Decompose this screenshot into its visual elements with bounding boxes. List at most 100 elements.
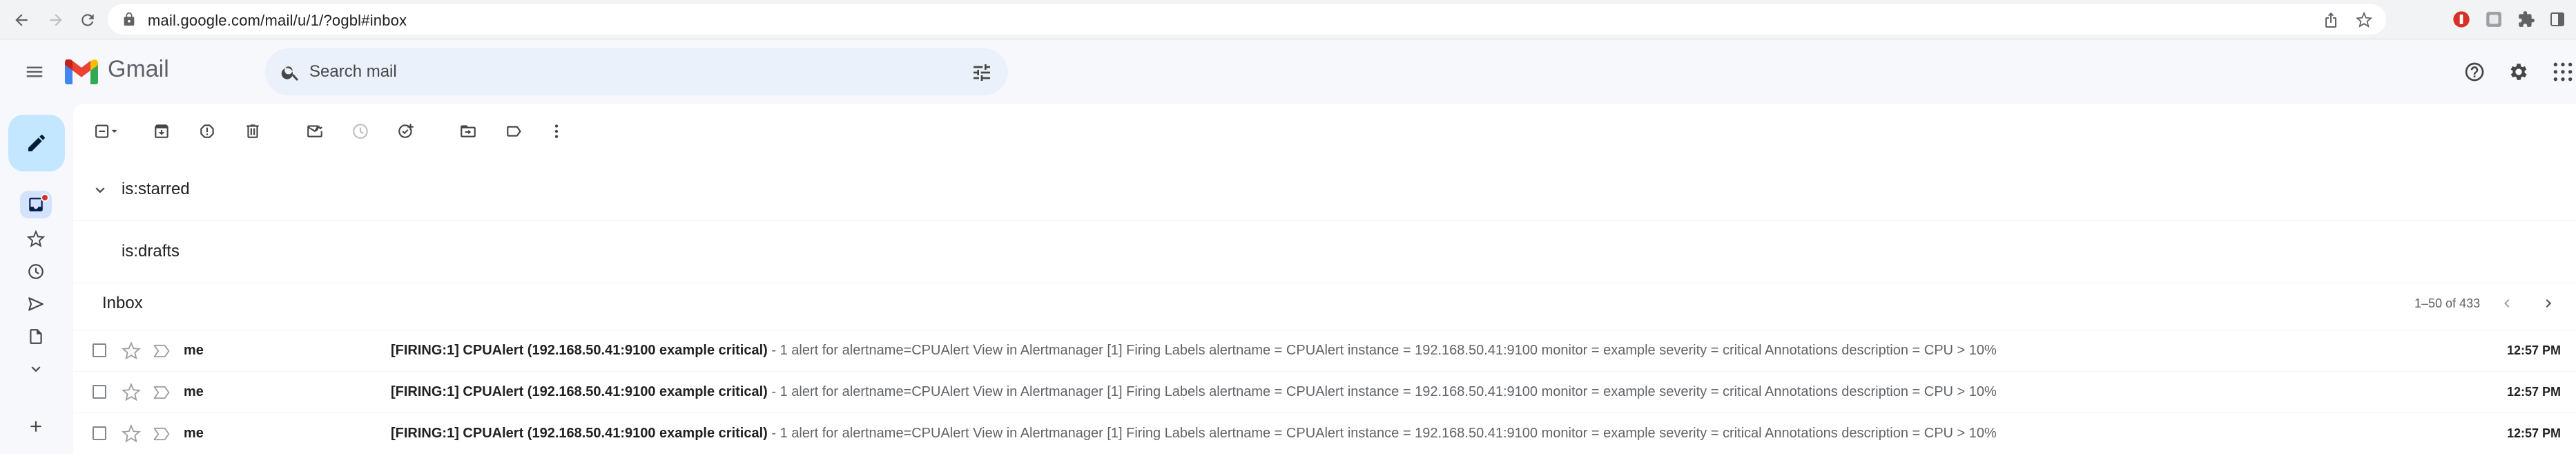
archive-button[interactable] [148,117,175,145]
settings-button[interactable] [2504,57,2534,87]
arrow-right-icon [50,14,62,26]
email-sender: me [184,426,204,441]
main-panel: is:starred is:drafts Inbox 1–50 of 433 m… [73,104,2576,454]
main-menu-button[interactable] [19,57,50,87]
reload-button[interactable] [75,7,101,33]
gear-icon [2510,64,2527,80]
draft-file-icon [30,329,42,344]
row-checkbox[interactable] [93,385,106,399]
rail-item-inbox[interactable] [20,191,52,218]
help-icon [2465,62,2484,82]
star-icon[interactable] [122,424,141,444]
email-row[interactable]: me [FIRING:1] CPUAlert (192.168.50.41:91… [73,371,2576,413]
email-subject: [FIRING:1] CPUAlert (192.168.50.41:9100 … [391,384,768,399]
chevron-down-icon[interactable] [91,181,109,199]
bookmark-star-icon[interactable] [2356,12,2372,28]
reload-icon [81,14,94,26]
importance-marker-icon[interactable] [152,425,171,443]
section-title: is:starred [122,180,190,198]
email-snippet: - 1 alert for alertname=CPUAlert View in… [767,384,1997,399]
snooze-button[interactable] [347,117,374,145]
star-icon[interactable] [122,341,141,361]
gmail-logo-icon[interactable] [65,59,98,84]
arrow-left-icon [15,14,28,26]
labels-button[interactable] [500,117,527,145]
email-time: 12:57 PM [2506,426,2561,440]
browser-toolbar: mail.google.com/mail/u/1/?ogbl#inbox [0,0,2576,39]
section-starred[interactable]: is:starred [73,159,2576,221]
report-spam-button[interactable] [193,117,221,145]
rail-item-sent[interactable] [22,290,50,318]
send-icon [28,297,43,311]
mark-as-read-button[interactable] [301,117,329,145]
unread-indicator [41,193,49,202]
older-button[interactable] [2535,290,2562,316]
folder-move-icon [461,125,476,138]
hamburger-menu-icon [26,66,43,77]
email-subject: [FIRING:1] CPUAlert (192.168.50.41:9100 … [391,343,768,358]
more-actions-button[interactable] [543,117,570,145]
star-icon [27,230,45,247]
delete-button[interactable] [239,117,267,145]
pagination-count[interactable]: 1–50 of 433 [2414,296,2480,311]
snooze-clock-icon [353,124,368,139]
importance-marker-icon[interactable] [152,384,171,401]
rail-item-snoozed[interactable] [22,258,50,285]
email-summary: [FIRING:1] CPUAlert (192.168.50.41:9100 … [391,384,1997,400]
rail-item-more[interactable] [22,355,50,383]
move-to-button[interactable] [454,117,482,145]
importance-marker-icon[interactable] [152,342,171,360]
extensions-puzzle-icon[interactable] [2517,10,2536,29]
email-summary: [FIRING:1] CPUAlert (192.168.50.41:9100 … [391,343,1997,359]
extension-image-icon[interactable] [2484,10,2504,29]
support-button[interactable] [2459,57,2490,87]
add-to-tasks-button[interactable] [392,117,420,145]
side-panel-icon[interactable] [2548,10,2567,29]
extension-shield-icon[interactable] [2452,10,2471,29]
email-sender: me [184,384,204,399]
address-bar[interactable]: mail.google.com/mail/u/1/?ogbl#inbox [108,4,2386,35]
search-options-icon[interactable] [971,62,993,84]
email-time: 12:57 PM [2506,385,2561,399]
report-icon [200,124,214,138]
plus-icon [30,421,41,432]
archive-icon [155,124,168,138]
checkbox-dropdown-icon [95,124,117,138]
email-row[interactable]: me [FIRING:1] CPUAlert (192.168.50.41:91… [73,413,2576,454]
google-apps-button[interactable] [2548,57,2576,87]
gmail-header: Gmail [0,40,2576,104]
star-icon[interactable] [122,383,141,402]
select-all-checkbox[interactable] [87,117,126,145]
search-icon[interactable] [280,62,301,83]
search-input[interactable] [309,55,931,88]
row-checkbox[interactable] [93,426,106,440]
url-text: mail.google.com/mail/u/1/?ogbl#inbox [148,12,407,29]
inbox-section-title: Inbox [102,294,143,312]
email-time: 12:57 PM [2506,343,2561,357]
email-summary: [FIRING:1] CPUAlert (192.168.50.41:9100 … [391,426,1997,442]
compose-button[interactable] [8,115,65,171]
email-row[interactable]: me [FIRING:1] CPUAlert (192.168.50.41:91… [73,330,2576,371]
lock-icon [124,12,135,26]
row-checkbox[interactable] [93,343,106,357]
rail-item-drafts[interactable] [22,323,50,350]
newer-button[interactable] [2494,290,2520,316]
rail-item-starred[interactable] [22,225,50,253]
clock-icon [28,264,43,279]
more-vert-icon [554,124,559,138]
section-title: is:drafts [122,242,180,261]
chevron-left-icon [2504,299,2510,308]
apps-grid-icon [2553,62,2573,82]
forward-button[interactable] [43,7,69,33]
email-sender: me [184,343,204,358]
chevron-right-icon [2546,299,2551,308]
share-icon[interactable] [2323,12,2339,28]
email-subject: [FIRING:1] CPUAlert (192.168.50.41:9100 … [391,426,768,441]
trash-icon [246,124,259,138]
back-button[interactable] [8,7,35,33]
chevron-down-icon [31,366,41,372]
search-bar[interactable] [265,48,1008,95]
section-drafts[interactable]: is:drafts [73,221,2576,283]
rail-item-new-label[interactable] [22,413,50,440]
label-icon [507,126,521,137]
